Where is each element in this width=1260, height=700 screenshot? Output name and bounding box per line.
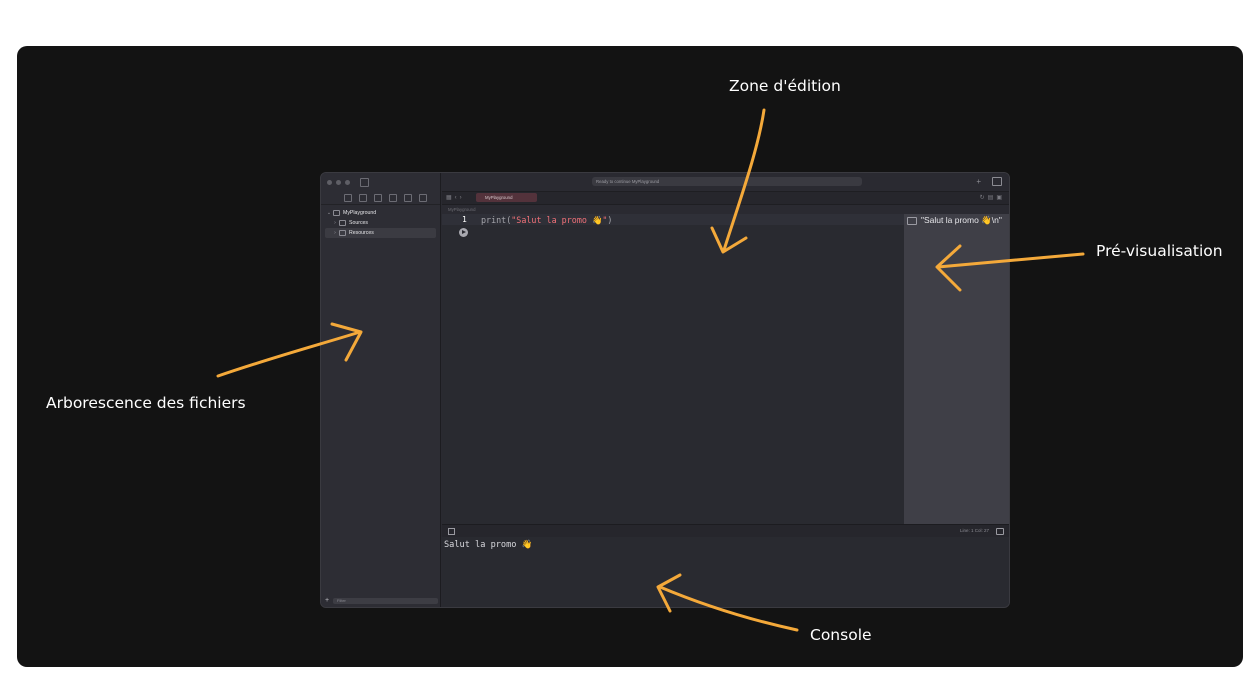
inspector-toggle-icon[interactable] [992,177,1002,186]
sidebar-toggle-icon[interactable] [360,178,369,187]
code-line[interactable]: print("Salut la promo 👋") [481,215,612,226]
debug-bar: Line: 1 Col: 27 [442,524,1009,538]
result-value: "Salut la promo 👋\n" [921,215,1002,225]
navigator-sidebar: ⌄ MyPlayground › Sources › Resources + F… [321,173,441,607]
filter-input[interactable]: Filter [333,597,438,604]
tree-item-label: MyPlayground [343,210,377,216]
test-navigator-icon[interactable] [419,193,427,202]
code-close: ) [607,215,613,225]
source-control-icon[interactable] [359,193,367,202]
edit-zone-label: Zone d'édition [729,77,841,95]
preview-label: Pré-visualisation [1096,242,1223,260]
folder-icon [339,230,346,236]
close-window-button[interactable] [327,180,332,185]
file-tree-label: Arborescence des fichiers [46,394,246,412]
project-navigator-icon[interactable] [344,193,352,202]
zoom-window-button[interactable] [345,180,350,185]
run-play-icon[interactable] [459,228,468,237]
swift-file-icon [333,210,340,216]
tree-item-label: Sources [349,220,369,226]
code-call: print( [481,215,512,225]
folder-icon [339,220,346,226]
console-area[interactable]: Salut la promo 👋 [442,537,1009,607]
main-area: Ready to continue MyPlayground + ▦‹› MyP… [442,173,1009,607]
editor-options-icon[interactable]: ↻▤▣ [980,194,1005,201]
console-output: Salut la promo 👋 [444,540,533,550]
tree-item-label: Resources [349,230,374,236]
console-label: Console [810,626,872,644]
navigation-arrows-icon[interactable]: ▦‹› [446,194,465,201]
find-navigator-icon[interactable] [389,193,397,202]
file-tree: ⌄ MyPlayground › Sources › Resources [321,205,440,238]
tab-myplayground[interactable]: MyPlayground [476,193,537,202]
chevron-right-icon[interactable]: › [331,230,339,236]
activity-status: Ready to continue MyPlayground [592,177,862,186]
tab-bar: ▦‹› MyPlayground ↻▤▣ [442,191,1009,205]
chevron-right-icon[interactable]: › [331,220,339,226]
tree-item-resources[interactable]: › Resources [325,228,436,238]
window-controls [321,173,440,191]
tree-item-sources[interactable]: › Sources [321,218,440,228]
quick-look-icon[interactable] [907,216,917,225]
navigator-filter-bar: + Filter [325,597,438,604]
console-toggle-icon[interactable] [996,528,1004,535]
results-sidebar: "Salut la promo 👋\n" [904,214,1009,524]
symbol-navigator-icon[interactable] [374,193,382,202]
add-library-button[interactable]: + [976,177,981,186]
line-number: 1 [462,215,467,224]
tree-item-myplayground[interactable]: ⌄ MyPlayground [321,208,440,218]
code-string: "Salut la promo 👋" [511,215,608,225]
minimize-window-button[interactable] [336,180,341,185]
result-row[interactable]: "Salut la promo 👋\n" [907,215,1002,226]
hide-debug-area-icon[interactable] [448,528,455,535]
toolbar: Ready to continue MyPlayground + [442,173,1009,191]
add-file-button[interactable]: + [325,597,333,604]
navigator-tabs [321,191,440,205]
cursor-position: Line: 1 Col: 27 [959,528,989,533]
code-editor[interactable]: 1 print("Salut la promo 👋") [442,214,904,524]
xcode-playground-window: ⌄ MyPlayground › Sources › Resources + F… [320,172,1010,608]
chevron-down-icon[interactable]: ⌄ [325,210,333,216]
issue-navigator-icon[interactable] [404,193,412,202]
